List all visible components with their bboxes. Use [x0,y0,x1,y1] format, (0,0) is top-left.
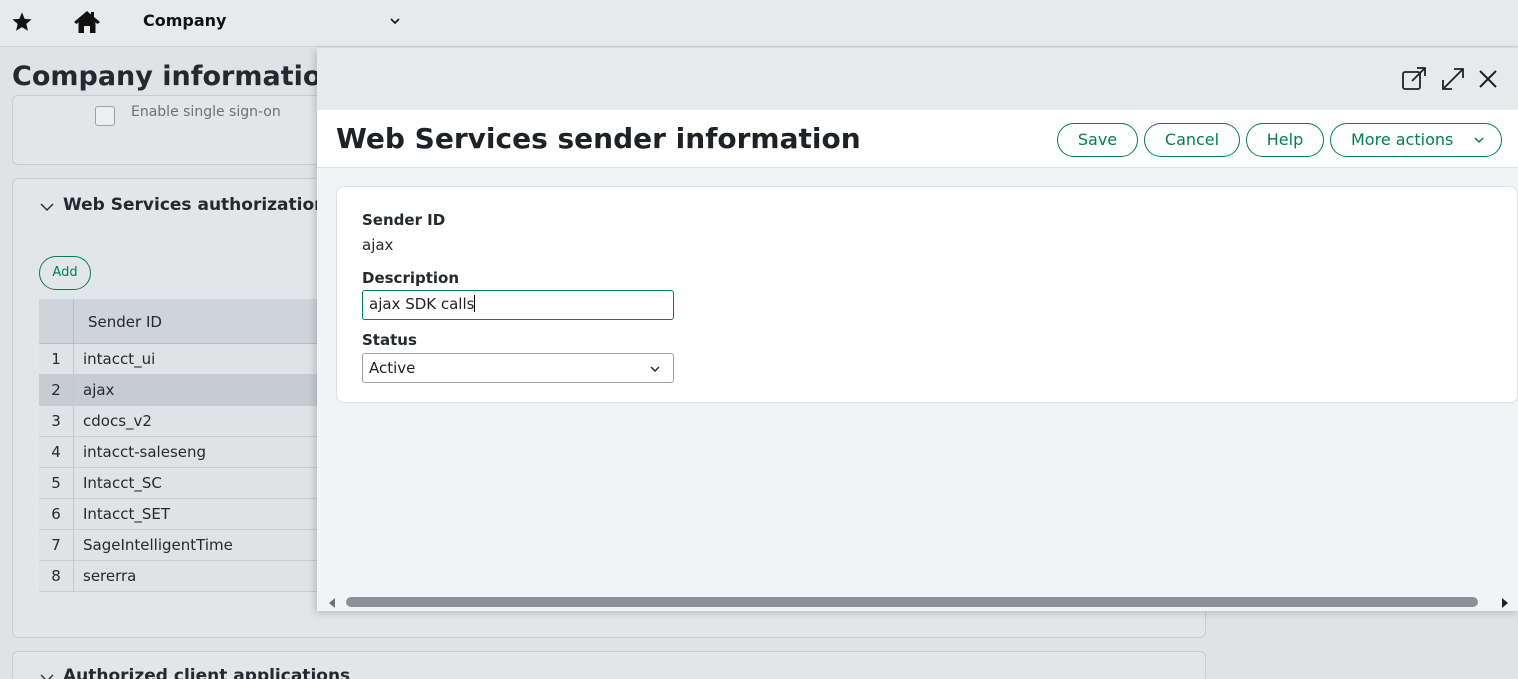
chevron-down-icon[interactable] [388,14,402,28]
row-number: 4 [39,437,74,468]
more-actions-label: More actions [1351,130,1454,149]
status-label: Status [362,331,417,349]
sender-id-cell[interactable]: intacct_ui [83,344,155,375]
chevron-down-icon[interactable] [39,199,55,215]
table-row[interactable]: 2 ajax [39,375,339,406]
text-cursor [474,295,476,312]
sender-id-cell[interactable]: Intacct_SC [83,468,162,499]
sso-label: Enable single sign-on [131,104,281,120]
table-row[interactable]: 5 Intacct_SC [39,468,339,499]
add-button[interactable]: Add [39,256,91,290]
sender-id-cell[interactable]: Intacct_SET [83,499,170,530]
scroll-right-icon[interactable] [1500,597,1510,609]
close-icon[interactable] [1474,65,1502,93]
scroll-left-icon[interactable] [327,597,337,609]
scrollbar-thumb[interactable] [346,597,1478,607]
table-row[interactable]: 6 Intacct_SET [39,499,339,530]
description-field[interactable]: ajax SDK calls [362,290,674,320]
dialog-toolbar [317,48,1518,110]
row-number-header [39,299,74,344]
section-title: Authorized client applications [63,666,351,679]
status-value: Active [369,359,416,377]
save-button[interactable]: Save [1057,123,1138,157]
chevron-down-icon [650,366,660,372]
home-icon[interactable] [73,9,101,35]
row-number: 3 [39,406,74,437]
sender-form: Sender ID ajax Description ajax SDK call… [336,186,1518,403]
sender-id-cell[interactable]: intacct-saleseng [83,437,206,468]
dialog-header: Web Services sender information Save Can… [317,110,1518,168]
grid-header: Sender ID [39,299,339,344]
section-title: Web Services authorizations [63,195,337,215]
page-title: Company information [12,61,341,92]
help-button[interactable]: Help [1246,123,1324,157]
cancel-button[interactable]: Cancel [1144,123,1240,157]
row-number: 8 [39,561,74,592]
open-in-new-window-icon[interactable] [1400,65,1428,93]
chevron-down-icon [1474,137,1484,144]
description-value: ajax SDK calls [369,295,475,313]
horizontal-scrollbar[interactable] [317,594,1518,611]
sender-id-label: Sender ID [362,211,446,229]
sender-id-cell[interactable]: cdocs_v2 [83,406,152,437]
table-row[interactable]: 3 cdocs_v2 [39,406,339,437]
module-menu-label[interactable]: Company [143,11,226,30]
table-row[interactable]: 4 intacct-saleseng [39,437,339,468]
sender-id-column-header[interactable]: Sender ID [88,313,162,331]
star-icon[interactable] [11,11,33,33]
row-number: 2 [39,375,74,406]
table-row[interactable]: 8 sererra [39,561,339,592]
sender-id-cell[interactable]: SageIntelligentTime [83,530,233,561]
sender-id-cell[interactable]: ajax [83,375,114,406]
sender-id-value: ajax [362,236,394,254]
expand-icon[interactable] [1439,65,1467,93]
row-number: 6 [39,499,74,530]
chevron-down-icon[interactable] [39,670,55,679]
sender-id-cell[interactable]: sererra [83,561,136,592]
table-row[interactable]: 1 intacct_ui [39,344,339,375]
description-label: Description [362,269,460,287]
row-number: 7 [39,530,74,561]
sender-grid: Sender ID 1 intacct_ui 2 ajax 3 cdocs_v2… [39,299,339,592]
table-row[interactable]: 7 SageIntelligentTime [39,530,339,561]
sender-information-dialog: Web Services sender information Save Can… [317,48,1518,611]
sso-checkbox[interactable] [95,106,115,126]
top-navigation-bar: Company [0,0,1518,47]
status-select[interactable]: Active [362,353,674,383]
row-number: 1 [39,344,74,375]
dialog-title: Web Services sender information [336,122,861,155]
more-actions-button[interactable]: More actions [1330,123,1502,157]
row-number: 5 [39,468,74,499]
authorized-client-applications-section: Authorized client applications [12,651,1206,679]
